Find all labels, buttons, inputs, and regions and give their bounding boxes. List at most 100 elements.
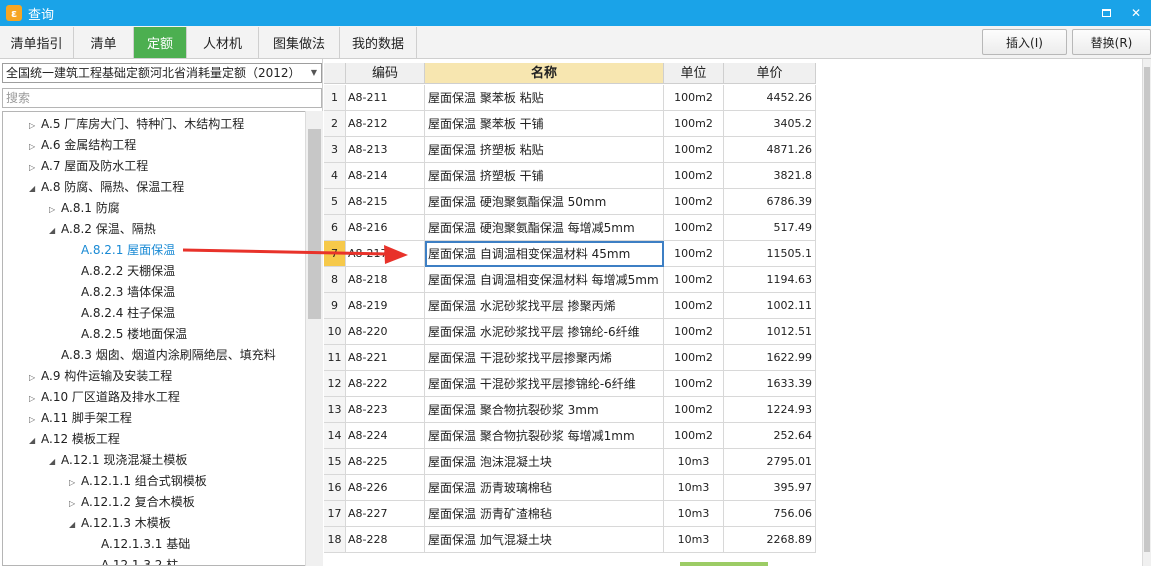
code-cell[interactable]: A8-220: [346, 319, 425, 345]
expand-triangle-icon[interactable]: ▷: [69, 493, 81, 514]
table-row[interactable]: 15 A8-225 屋面保温 泡沫混凝土块 10m3 2795.01: [324, 449, 816, 475]
expand-triangle-icon[interactable]: ▷: [29, 157, 41, 178]
unit-cell[interactable]: 10m3: [664, 527, 724, 553]
row-index[interactable]: 9: [324, 293, 346, 319]
row-index[interactable]: 3: [324, 137, 346, 163]
row-index[interactable]: 2: [324, 111, 346, 137]
row-index[interactable]: 5: [324, 189, 346, 215]
unit-cell[interactable]: 100m2: [664, 267, 724, 293]
name-cell[interactable]: 屋面保温 聚苯板 干铺: [425, 111, 664, 137]
search-input[interactable]: 搜索: [2, 88, 322, 108]
name-cell[interactable]: 屋面保温 挤塑板 粘贴: [425, 137, 664, 163]
table-row[interactable]: 2 A8-212 屋面保温 聚苯板 干铺 100m2 3405.2: [324, 111, 816, 137]
row-index[interactable]: 16: [324, 475, 346, 501]
unit-cell[interactable]: 100m2: [664, 189, 724, 215]
code-cell[interactable]: A8-215: [346, 189, 425, 215]
price-cell[interactable]: 517.49: [724, 215, 816, 241]
code-cell[interactable]: A8-211: [346, 85, 425, 111]
unit-cell[interactable]: 10m3: [664, 475, 724, 501]
collapse-triangle-icon[interactable]: ◢: [69, 514, 81, 535]
price-cell[interactable]: 1002.11: [724, 293, 816, 319]
tree-item[interactable]: ◢ A.8.2 保温、隔热: [49, 219, 156, 240]
row-index[interactable]: 4: [324, 163, 346, 189]
unit-header[interactable]: 单位: [664, 63, 724, 84]
unit-cell[interactable]: 100m2: [664, 137, 724, 163]
close-button[interactable]: ✕: [1121, 0, 1151, 26]
table-row[interactable]: 6 A8-216 屋面保温 硬泡聚氨酯保温 每增减5mm 100m2 517.49: [324, 215, 816, 241]
price-cell[interactable]: 2268.89: [724, 527, 816, 553]
price-cell[interactable]: 756.06: [724, 501, 816, 527]
expand-triangle-icon[interactable]: ▷: [69, 472, 81, 493]
tree-item[interactable]: ▷ A.12.1.1 组合式钢模板: [69, 471, 207, 492]
table-row[interactable]: 8 A8-218 屋面保温 自调温相变保温材料 每增减5mm 100m2 1194.63: [324, 267, 816, 293]
tree-item[interactable]: ▷ A.12.1.2 复合木模板: [69, 492, 195, 513]
tree-item[interactable]: ▷ A.5 厂库房大门、特种门、木结构工程: [29, 114, 244, 135]
price-cell[interactable]: 1012.51: [724, 319, 816, 345]
unit-cell[interactable]: 100m2: [664, 293, 724, 319]
collapse-triangle-icon[interactable]: ◢: [29, 430, 41, 451]
unit-cell[interactable]: 100m2: [664, 163, 724, 189]
name-header[interactable]: 名称: [425, 63, 664, 84]
tab-atlas-method[interactable]: 图集做法: [259, 27, 340, 58]
name-cell[interactable]: 屋面保温 硬泡聚氨酯保温 每增减5mm: [425, 215, 664, 241]
tree-item[interactable]: A.12.1.3.1 基础: [89, 534, 190, 555]
tree-item[interactable]: A.8.2.3 墙体保温: [69, 282, 175, 303]
price-cell[interactable]: 11505.1: [724, 241, 816, 267]
row-index[interactable]: 14: [324, 423, 346, 449]
name-cell[interactable]: 屋面保温 自调温相变保温材料 45mm: [425, 241, 664, 267]
code-cell[interactable]: A8-223: [346, 397, 425, 423]
tree-item[interactable]: ◢ A.12.1.3 木模板: [69, 513, 171, 534]
collapse-triangle-icon[interactable]: ◢: [49, 220, 61, 241]
price-cell[interactable]: 2795.01: [724, 449, 816, 475]
tab-my-data[interactable]: 我的数据: [340, 27, 417, 58]
tree-item[interactable]: ◢ A.12 模板工程: [29, 429, 120, 450]
insert-button[interactable]: 插入(I): [982, 29, 1067, 55]
table-row[interactable]: 4 A8-214 屋面保温 挤塑板 干铺 100m2 3821.8: [324, 163, 816, 189]
code-cell[interactable]: A8-214: [346, 163, 425, 189]
unit-cell[interactable]: 100m2: [664, 111, 724, 137]
code-cell[interactable]: A8-221: [346, 345, 425, 371]
name-cell[interactable]: 屋面保温 干混砂浆找平层掺聚丙烯: [425, 345, 664, 371]
table-row[interactable]: 1 A8-211 屋面保温 聚苯板 粘贴 100m2 4452.26: [324, 85, 816, 111]
tab-bill-guide[interactable]: 清单指引: [0, 27, 74, 58]
tree-item[interactable]: A.8.2.4 柱子保温: [69, 303, 175, 324]
expand-triangle-icon[interactable]: ▷: [29, 409, 41, 430]
replace-button[interactable]: 替换(R): [1072, 29, 1151, 55]
unit-cell[interactable]: 10m3: [664, 501, 724, 527]
table-row[interactable]: 17 A8-227 屋面保温 沥青矿渣棉毡 10m3 756.06: [324, 501, 816, 527]
grid-scrollbar[interactable]: [1142, 59, 1151, 566]
price-cell[interactable]: 1224.93: [724, 397, 816, 423]
expand-triangle-icon[interactable]: ▷: [29, 115, 41, 136]
name-cell[interactable]: 屋面保温 聚合物抗裂砂浆 3mm: [425, 397, 664, 423]
table-row[interactable]: 11 A8-221 屋面保温 干混砂浆找平层掺聚丙烯 100m2 1622.99: [324, 345, 816, 371]
code-cell[interactable]: A8-222: [346, 371, 425, 397]
row-index[interactable]: 7: [324, 241, 346, 267]
code-cell[interactable]: A8-218: [346, 267, 425, 293]
unit-cell[interactable]: 100m2: [664, 397, 724, 423]
name-cell[interactable]: 屋面保温 沥青矿渣棉毡: [425, 501, 664, 527]
unit-cell[interactable]: 100m2: [664, 241, 724, 267]
price-cell[interactable]: 3405.2: [724, 111, 816, 137]
tree-item[interactable]: ▷ A.11 脚手架工程: [29, 408, 132, 429]
tree-item[interactable]: A.8.3 烟囱、烟道内涂刷隔绝层、填充料: [49, 345, 276, 366]
code-cell[interactable]: A8-224: [346, 423, 425, 449]
price-cell[interactable]: 3821.8: [724, 163, 816, 189]
tree-scrollbar[interactable]: [305, 111, 323, 566]
table-row[interactable]: 3 A8-213 屋面保温 挤塑板 粘贴 100m2 4871.26: [324, 137, 816, 163]
table-row[interactable]: 18 A8-228 屋面保温 加气混凝土块 10m3 2268.89: [324, 527, 816, 553]
row-index[interactable]: 8: [324, 267, 346, 293]
maximize-button[interactable]: [1091, 0, 1121, 26]
expand-triangle-icon[interactable]: ▷: [29, 136, 41, 157]
horizontal-scroll-thumb[interactable]: [680, 562, 768, 566]
price-cell[interactable]: 1633.39: [724, 371, 816, 397]
unit-cell[interactable]: 100m2: [664, 423, 724, 449]
name-cell[interactable]: 屋面保温 加气混凝土块: [425, 527, 664, 553]
row-index[interactable]: 1: [324, 85, 346, 111]
name-cell[interactable]: 屋面保温 水泥砂浆找平层 掺聚丙烯: [425, 293, 664, 319]
expand-triangle-icon[interactable]: ▷: [29, 367, 41, 388]
tree-item[interactable]: ▷ A.9 构件运输及安装工程: [29, 366, 172, 387]
code-cell[interactable]: A8-219: [346, 293, 425, 319]
expand-triangle-icon[interactable]: ▷: [49, 199, 61, 220]
tab-quota[interactable]: 定额: [134, 27, 187, 58]
name-cell[interactable]: 屋面保温 自调温相变保温材料 每增减5mm: [425, 267, 664, 293]
